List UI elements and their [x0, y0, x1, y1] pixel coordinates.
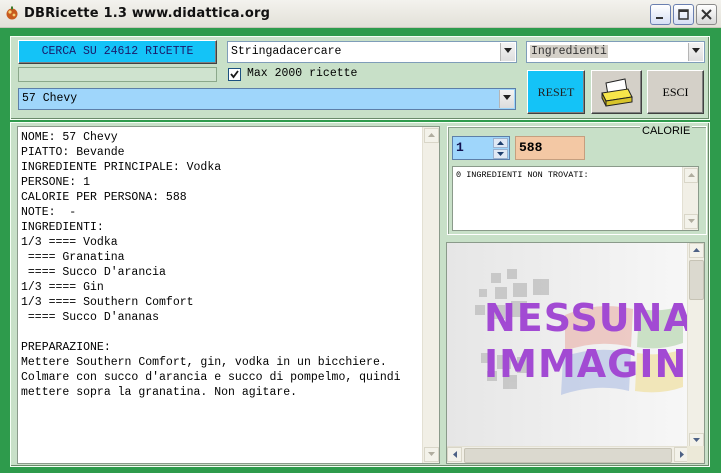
search-input-value: Stringadacercare	[231, 45, 342, 58]
recipe-line: 1/3 ==== Southern Comfort	[21, 296, 194, 309]
scroll-thumb[interactable]	[464, 448, 672, 463]
search-dropdown-arrow[interactable]	[500, 43, 515, 61]
chevron-down-icon	[503, 95, 511, 100]
maximize-icon	[678, 9, 689, 20]
chevron-left-icon	[452, 451, 457, 458]
scroll-down-button[interactable]	[424, 447, 439, 462]
close-button[interactable]	[696, 4, 717, 25]
missing-ingredients-box[interactable]: 0 INGREDIENTI NON TROVATI:	[452, 166, 699, 231]
servings-decrement-button[interactable]	[493, 149, 508, 159]
calorie-value: 588	[515, 136, 585, 160]
search-input[interactable]: Stringadacercare	[227, 41, 517, 63]
image-vertical-scrollbar[interactable]	[687, 243, 704, 448]
recipe-image-panel: NESSUNA IMMAGINE	[446, 242, 705, 464]
recipe-line: CALORIE PER PERSONA: 588	[21, 191, 187, 204]
chevron-up-icon	[693, 248, 700, 252]
chevron-up-icon	[428, 133, 435, 137]
app-icon	[6, 6, 18, 20]
chevron-up-icon	[497, 141, 504, 145]
recipe-select-value: 57 Chevy	[22, 92, 78, 105]
no-image-text: NESSUNA IMMAGINE	[484, 296, 689, 386]
recipe-textarea[interactable]: NOME: 57 Chevy PIATTO: Bevande INGREDIENTE…	[17, 126, 440, 464]
max-recipes-label: Max 2000 ricette	[247, 67, 358, 80]
title-bar: DBRicette 1.3 www.didattica.org	[0, 0, 721, 28]
chevron-down-icon	[497, 152, 504, 156]
chevron-down-icon	[687, 219, 695, 223]
scroll-left-button[interactable]	[447, 447, 462, 462]
recipe-line: NOTE: -	[21, 206, 77, 219]
chevron-right-icon	[679, 451, 684, 458]
recipe-line: ==== Succo D'ananas	[21, 311, 160, 324]
minimize-button[interactable]	[650, 4, 671, 25]
search-progress-bar	[18, 67, 217, 82]
recipe-line: PREPARAZIONE:	[21, 341, 111, 354]
recipe-line: PERSONE: 1	[21, 176, 91, 189]
scroll-thumb[interactable]	[689, 260, 704, 300]
recipe-select[interactable]: 57 Chevy	[18, 88, 516, 110]
maximize-button[interactable]	[673, 4, 694, 25]
filter-select[interactable]: Ingredienti	[526, 41, 705, 63]
window-title: DBRicette 1.3 www.didattica.org	[24, 6, 271, 21]
missing-ingredients-text: 0 INGREDIENTI NON TROVATI:	[456, 170, 589, 180]
recipe-dropdown-arrow[interactable]	[499, 90, 514, 108]
recipe-line: 1/3 ==== Vodka	[21, 236, 118, 249]
chevron-down-icon	[692, 48, 700, 53]
filter-select-value: Ingredienti	[530, 45, 608, 58]
chevron-down-icon	[428, 452, 435, 456]
close-icon	[701, 9, 712, 20]
minimize-icon	[656, 17, 663, 19]
recipe-line: Mettere Southern Comfort, gin, vodka in …	[21, 356, 387, 369]
calorie-group-title: CALORIE	[640, 125, 693, 137]
recipe-scrollbar[interactable]	[422, 127, 439, 463]
recipe-line: Colmare con succo d'arancia e succo di p…	[21, 371, 401, 384]
chevron-down-icon	[693, 438, 700, 442]
recipe-text: NOME: 57 Chevy PIATTO: Bevande INGREDIENTE…	[21, 130, 421, 400]
scroll-up-button[interactable]	[684, 168, 698, 183]
image-horizontal-scrollbar[interactable]	[447, 446, 689, 463]
servings-stepper[interactable]: 1	[452, 136, 510, 160]
max-recipes-checkbox[interactable]	[228, 68, 241, 81]
recipe-line: NOME: 57 Chevy	[21, 131, 118, 144]
recipe-line: PIATTO: Bevande	[21, 146, 125, 159]
servings-increment-button[interactable]	[493, 138, 508, 148]
search-button[interactable]: CERCA SU 24612 RICETTE	[18, 40, 217, 64]
checkmark-icon	[230, 70, 239, 79]
scroll-down-button[interactable]	[684, 214, 698, 229]
reset-button[interactable]: RESET	[527, 70, 585, 114]
recipe-line: ==== Granatina	[21, 251, 125, 264]
chevron-down-icon	[504, 48, 512, 53]
recipe-line: ==== Succo D'arancia	[21, 266, 166, 279]
scroll-corner	[687, 446, 704, 463]
scroll-up-button[interactable]	[424, 128, 439, 143]
print-button[interactable]	[591, 70, 642, 114]
filter-dropdown-arrow[interactable]	[688, 43, 703, 61]
recipe-line	[21, 325, 421, 340]
missing-scrollbar[interactable]	[682, 167, 698, 230]
printer-icon	[601, 78, 633, 107]
recipe-line: INGREDIENTI:	[21, 221, 104, 234]
servings-value: 1	[456, 140, 464, 155]
chevron-up-icon	[687, 173, 695, 177]
scroll-up-button[interactable]	[689, 243, 704, 258]
recipe-line: INGREDIENTE PRINCIPALE: Vodka	[21, 161, 222, 174]
no-image-placeholder: NESSUNA IMMAGINE	[447, 243, 689, 448]
exit-button[interactable]: ESCI	[647, 70, 704, 114]
recipe-line: mettere sopra la granatina. Non agitare.	[21, 386, 298, 399]
recipe-line: 1/3 ==== Gin	[21, 281, 104, 294]
